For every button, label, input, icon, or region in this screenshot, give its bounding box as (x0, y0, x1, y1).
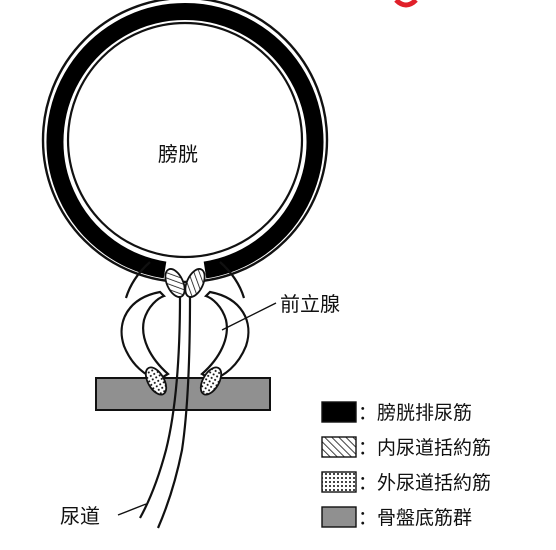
bladder-diagram: 膀胱 前立腺 尿道 ：膀胱排尿筋 ：内尿道括約筋 ：外尿道括約筋 ：骨盤底筋群 (41, 0, 491, 529)
legend-text-internal-sphincter: ：内尿道括約筋 (358, 437, 491, 459)
legend-swatch-detrusor (321, 401, 357, 423)
bladder-label: 膀胱 (158, 142, 198, 166)
prostate-left-lobe (120, 290, 170, 382)
legend-swatch-external-sphincter (321, 471, 357, 493)
red-accent-mark (394, 0, 418, 8)
prostate-label: 前立腺 (280, 292, 340, 316)
legend-text-detrusor: ：膀胱排尿筋 (358, 402, 472, 424)
legend-text-pelvic-floor: ：骨盤底筋群 (358, 507, 472, 529)
bladder-inner-wall (66, 21, 304, 259)
legend-swatch-internal-sphincter (321, 436, 357, 458)
legend-text-external-sphincter: ：外尿道括約筋 (358, 472, 491, 494)
prostate-right-lobe (200, 290, 250, 382)
pelvic-floor-muscle (95, 377, 271, 411)
legend: ：膀胱排尿筋 ：内尿道括約筋 ：外尿道括約筋 ：骨盤底筋群 (321, 401, 491, 529)
legend-swatch-pelvic-floor (321, 506, 357, 528)
urethra-label: 尿道 (60, 504, 100, 528)
